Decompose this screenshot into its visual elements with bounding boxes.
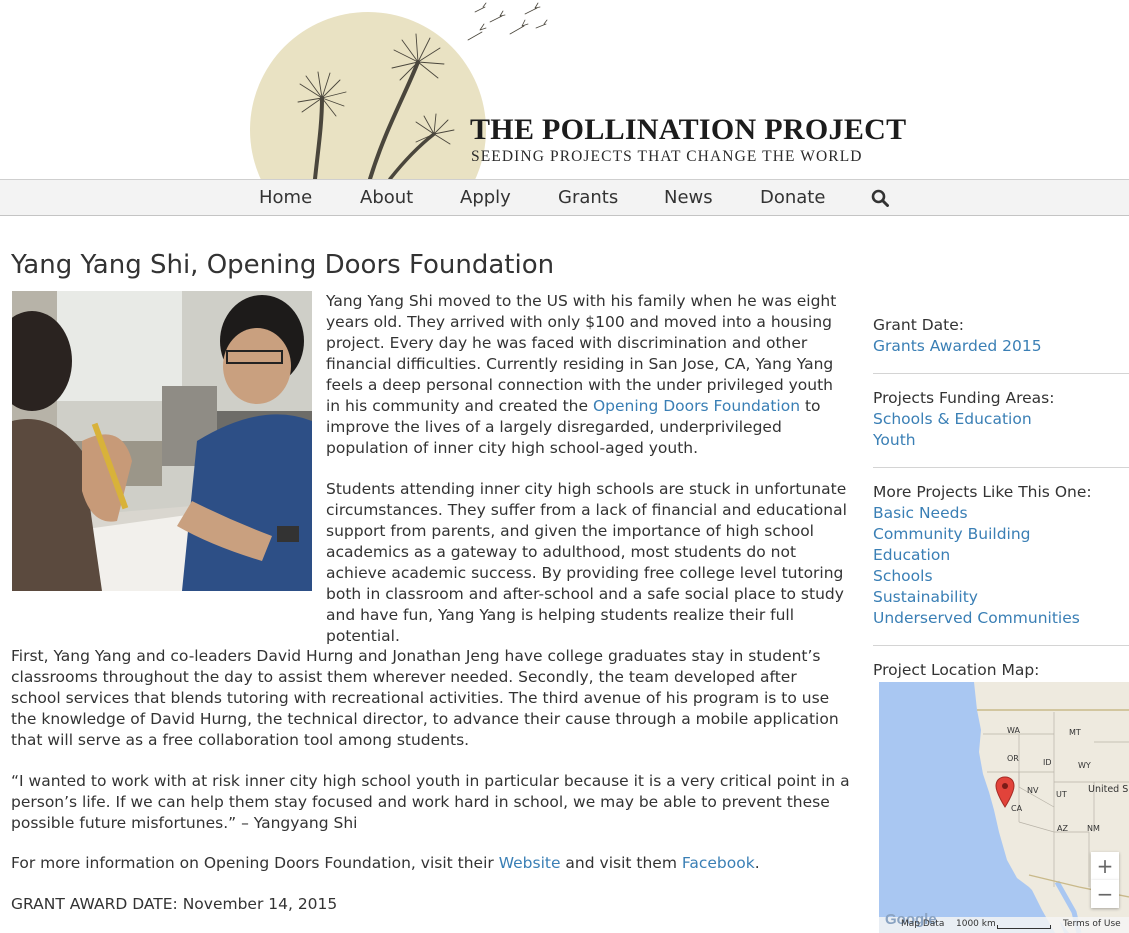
similar-link-underserved-communities[interactable]: Underserved Communities [873, 608, 1129, 629]
map-marker-icon[interactable] [995, 776, 1015, 808]
website-link[interactable]: Website [499, 854, 561, 872]
quote-paragraph: “I wanted to work with at risk inner cit… [11, 772, 850, 832]
similar-link-sustainability[interactable]: Sustainability [873, 587, 1129, 608]
map-label-wy: WY [1078, 761, 1091, 770]
similar-link-basic-needs[interactable]: Basic Needs [873, 503, 1129, 524]
grant-date-block: Grant Date: Grants Awarded 2015 [873, 315, 1129, 357]
p5-text-after: . [754, 854, 760, 872]
nav-home[interactable]: Home [259, 187, 312, 208]
grant-date-label: Grant Date: [873, 316, 964, 334]
nav-news[interactable]: News [664, 187, 713, 208]
site-tagline: SEEDING PROJECTS THAT CHANGE THE WORLD [471, 148, 863, 165]
map-footer: Google Map Data 1000 km Terms of Use [879, 911, 1129, 933]
nav-apply[interactable]: Apply [460, 187, 511, 208]
map-label-id: ID [1043, 758, 1052, 767]
similar-projects-label: More Projects Like This One: [873, 483, 1092, 501]
site-title[interactable]: THE POLLINATION PROJECT [470, 113, 906, 147]
map-label: Project Location Map: [873, 661, 1040, 679]
intro-paragraph: Yang Yang Shi moved to the US with his f… [326, 291, 851, 459]
funding-link-schools-education[interactable]: Schools & Education [873, 409, 1129, 430]
facebook-link[interactable]: Facebook [682, 854, 755, 872]
search-icon[interactable] [871, 189, 889, 207]
program-paragraph: First, Yang Yang and co-leaders David Hu… [11, 647, 839, 749]
map-label-nv: NV [1027, 786, 1039, 795]
circumstances-paragraph: Students attending inner city high schoo… [326, 480, 847, 645]
map-label-ut: UT [1056, 790, 1067, 799]
map-scale-label: 1000 km [956, 919, 996, 929]
map-label-or: OR [1007, 754, 1019, 763]
map-data-link[interactable]: Map Data [901, 919, 944, 929]
map-label-mt: MT [1069, 728, 1081, 737]
funding-areas-label: Projects Funding Areas: [873, 389, 1055, 407]
map-label-nm: NM [1087, 824, 1100, 833]
similar-projects-block: More Projects Like This One: Basic Needs… [873, 482, 1129, 629]
project-photo [12, 291, 312, 591]
similar-link-community-building[interactable]: Community Building [873, 524, 1129, 545]
nav-grants[interactable]: Grants [558, 187, 618, 208]
map-label-az: AZ [1057, 824, 1068, 833]
p5-text-before: For more information on Opening Doors Fo… [11, 854, 499, 872]
opening-doors-link[interactable]: Opening Doors Foundation [593, 397, 800, 415]
site-header: THE POLLINATION PROJECT SEEDING PROJECTS… [0, 0, 1129, 179]
similar-link-schools[interactable]: Schools [873, 566, 1129, 587]
nav-donate[interactable]: Donate [760, 187, 825, 208]
map-label-country: United S [1088, 784, 1129, 795]
p5-text-middle: and visit them [560, 854, 682, 872]
more-info-paragraph: For more information on Opening Doors Fo… [11, 853, 851, 874]
grant-award-date: GRANT AWARD DATE: November 14, 2015 [11, 895, 338, 913]
sidebar-divider [873, 645, 1129, 646]
zoom-out-button[interactable]: − [1091, 880, 1119, 908]
map-label-wa: WA [1007, 726, 1020, 735]
main-nav: Home About Apply Grants News Donate [0, 179, 1129, 216]
similar-link-education[interactable]: Education [873, 545, 1129, 566]
page-title: Yang Yang Shi, Opening Doors Foundation [11, 250, 555, 280]
funding-link-youth[interactable]: Youth [873, 430, 1129, 451]
sidebar-divider [873, 467, 1129, 468]
nav-about[interactable]: About [360, 187, 413, 208]
terms-of-use-link[interactable]: Terms of Use [1063, 919, 1121, 929]
funding-areas-block: Projects Funding Areas: Schools & Educat… [873, 388, 1129, 451]
sidebar-divider [873, 373, 1129, 374]
zoom-in-button[interactable]: + [1091, 852, 1119, 880]
map-scale-bar [997, 925, 1051, 929]
grants-awarded-2015-link[interactable]: Grants Awarded 2015 [873, 336, 1129, 357]
